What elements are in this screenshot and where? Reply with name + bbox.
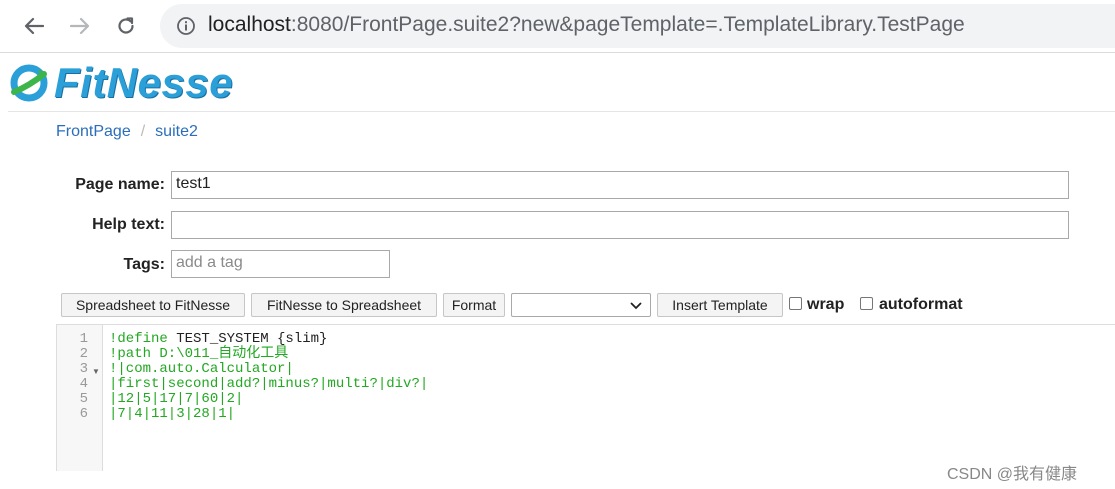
wrap-label: wrap — [807, 296, 845, 313]
url-text[interactable]: localhost:8080/FrontPage.suite2?new&page… — [208, 13, 965, 37]
code-directive: |first|second|add?|minus?|multi?|div?| — [109, 376, 429, 392]
reload-icon — [118, 17, 134, 34]
tags-input[interactable]: add a tag — [171, 250, 390, 278]
line-number: 6 — [79, 406, 88, 422]
code-line: !path D:\011_自动化工具 — [109, 347, 288, 362]
help-text-input[interactable] — [171, 211, 1069, 239]
url-host: localhost — [208, 13, 291, 36]
fitnesse-logo-icon — [10, 64, 48, 102]
editor-gutter: 1 2 3 ▼ 4 5 6 — [57, 325, 103, 471]
spreadsheet-to-fitnesse-button[interactable]: Spreadsheet to FitNesse — [61, 293, 245, 317]
help-text-label: Help text: — [92, 216, 165, 233]
wiki-editor[interactable]: 1 2 3 ▼ 4 5 6 !define TEST_SYSTEM {slim}… — [56, 324, 1115, 471]
url-path: :8080/FrontPage.suite2?new&pageTemplate=… — [290, 13, 965, 36]
chevron-down-icon — [630, 302, 642, 310]
tags-label: Tags: — [123, 256, 165, 273]
breadcrumb-frontpage[interactable]: FrontPage — [56, 123, 131, 140]
code-directive: |7|4|11|3|28|1| — [109, 406, 236, 422]
fitnesse-to-spreadsheet-button[interactable]: FitNesse to Spreadsheet — [251, 293, 437, 317]
insert-template-button[interactable]: Insert Template — [657, 293, 783, 317]
forward-button[interactable] — [64, 10, 96, 42]
breadcrumb-suite2[interactable]: suite2 — [155, 123, 198, 140]
code-line: |12|5|17|7|60|2| — [109, 392, 243, 407]
breadcrumb-separator: / — [140, 123, 146, 140]
page-name-label: Page name: — [75, 176, 165, 193]
fitnesse-header: FitNesse — [8, 53, 1115, 112]
code-line: |first|second|add?|minus?|multi?|div?| — [109, 377, 428, 392]
format-button[interactable]: Format — [443, 293, 505, 317]
code-directive: !|com.auto.Calculator| — [109, 361, 294, 377]
wrap-checkbox[interactable] — [789, 297, 802, 310]
template-select[interactable] — [511, 293, 651, 317]
line-number: 1 — [79, 331, 88, 347]
autoformat-checkbox[interactable] — [860, 297, 873, 310]
reload-button[interactable] — [110, 10, 142, 42]
line-number: 2 — [79, 346, 88, 362]
fold-toggle-icon[interactable]: ▼ — [92, 367, 100, 376]
code-line: |7|4|11|3|28|1| — [109, 407, 235, 422]
info-icon[interactable] — [176, 16, 196, 36]
line-number: 5 — [79, 391, 88, 407]
code-line: !define TEST_SYSTEM {slim} — [109, 332, 327, 347]
arrow-left-icon — [24, 17, 44, 35]
line-number: 3 — [79, 361, 88, 377]
fitnesse-logo[interactable]: FitNesse — [8, 59, 233, 107]
autoformat-label: autoformat — [879, 296, 963, 313]
code-line: !|com.auto.Calculator| — [109, 362, 294, 377]
breadcrumb: FrontPage / suite2 — [56, 123, 198, 141]
line-number: 4 — [79, 376, 88, 392]
logo-text: FitNesse — [54, 59, 234, 106]
code-directive: |12|5|17|7|60|2| — [109, 391, 244, 407]
watermark: CSDN @我有健康 — [947, 466, 1078, 483]
code-text: TEST_SYSTEM {slim} — [176, 331, 328, 347]
page-name-input[interactable]: test1 — [171, 171, 1069, 199]
code-directive: !define — [109, 331, 177, 347]
browser-toolbar: localhost:8080/FrontPage.suite2?new&page… — [0, 0, 1115, 52]
code-directive: !path D:\011_自动化工具 — [109, 346, 289, 362]
arrow-right-icon — [70, 17, 90, 35]
address-bar[interactable]: localhost:8080/FrontPage.suite2?new&page… — [160, 4, 1115, 48]
back-button[interactable] — [18, 10, 50, 42]
